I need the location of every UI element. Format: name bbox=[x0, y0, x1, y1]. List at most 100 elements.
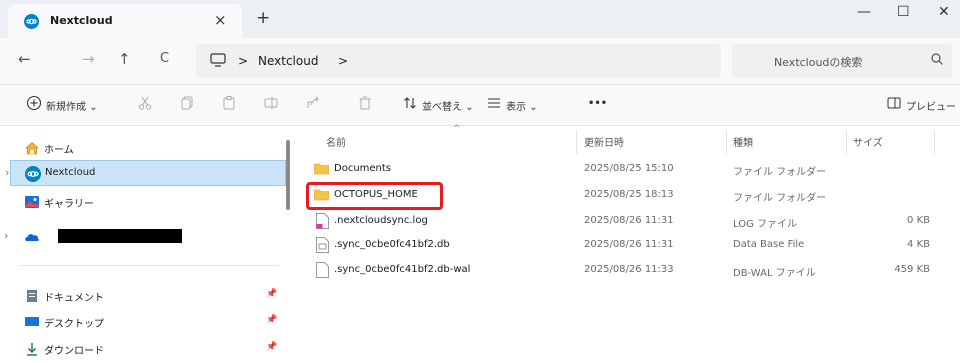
tab-title: Nextcloud bbox=[50, 14, 113, 27]
view-icon bbox=[486, 95, 502, 114]
file-icon bbox=[316, 262, 329, 281]
sidebar-label: デスクトップ bbox=[44, 319, 104, 330]
log-file-icon bbox=[316, 213, 329, 232]
file-type: ファイル フォルダー bbox=[733, 193, 827, 204]
redacted-label bbox=[58, 229, 182, 243]
file-type: LOG ファイル bbox=[733, 219, 798, 230]
maximize-icon[interactable]: ☐ bbox=[897, 4, 910, 20]
copy-icon[interactable] bbox=[179, 95, 195, 114]
new-label: 新規作成 bbox=[46, 102, 86, 113]
new-tab-icon[interactable]: + bbox=[256, 8, 270, 28]
new-button[interactable]: 新規作成 ⌄ bbox=[46, 98, 98, 113]
table-row[interactable]: Documents 2025/08/25 15:10 ファイル フォルダー bbox=[300, 158, 940, 182]
sidebar-item-desktop[interactable]: デスクトップ 📌 bbox=[10, 309, 286, 335]
path-folder[interactable]: Nextcloud bbox=[258, 54, 318, 68]
file-name: .sync_0cbe0fc41bf2.db bbox=[334, 239, 450, 250]
cut-icon[interactable] bbox=[137, 95, 153, 114]
search-input[interactable]: Nextcloudの検索 bbox=[732, 44, 952, 78]
pin-icon[interactable]: 📌 bbox=[266, 342, 277, 352]
documents-icon bbox=[24, 288, 40, 304]
tab-nextcloud[interactable]: Nextcloud × bbox=[8, 4, 242, 38]
sidebar-label: ダウンロード bbox=[44, 346, 104, 357]
view-label: 表示 bbox=[506, 102, 526, 113]
file-modified: 2025/08/25 15:10 bbox=[584, 163, 674, 174]
up-icon[interactable]: ↑ bbox=[118, 50, 131, 68]
table-row[interactable]: .nextcloudsync.log 2025/08/26 11:31 LOG … bbox=[300, 210, 940, 234]
share-icon[interactable] bbox=[305, 95, 321, 114]
search-placeholder: Nextcloudの検索 bbox=[774, 56, 863, 69]
column-header-name[interactable]: 名前 bbox=[326, 134, 346, 149]
sidebar-label: ドキュメント bbox=[44, 293, 104, 304]
db-file-icon bbox=[316, 237, 329, 256]
chevron-right-icon[interactable]: › bbox=[5, 166, 9, 179]
file-modified: 2025/08/25 18:13 bbox=[584, 189, 674, 200]
sidebar-item-home[interactable]: ホーム bbox=[10, 135, 286, 161]
forward-icon[interactable]: → bbox=[82, 50, 95, 68]
tab-close-icon[interactable]: × bbox=[214, 11, 227, 29]
sidebar-item-nextcloud[interactable]: › Nextcloud bbox=[5, 160, 286, 186]
sidebar-item-documents[interactable]: ドキュメント 📌 bbox=[10, 283, 286, 309]
file-type: DB-WAL ファイル bbox=[733, 268, 816, 279]
folder-icon bbox=[314, 162, 329, 178]
column-header-modified[interactable]: 更新日時 bbox=[584, 134, 624, 149]
file-modified: 2025/08/26 11:31 bbox=[584, 215, 674, 226]
column-divider[interactable] bbox=[726, 130, 727, 154]
sidebar-item-downloads[interactable]: ダウンロード 📌 bbox=[10, 336, 286, 362]
column-header-size[interactable]: サイズ bbox=[853, 134, 883, 149]
file-type: Data Base File bbox=[733, 239, 805, 250]
download-icon bbox=[24, 341, 40, 357]
column-divider[interactable] bbox=[576, 130, 577, 154]
file-size: 4 KB bbox=[907, 239, 930, 250]
column-header-type[interactable]: 種類 bbox=[733, 134, 753, 149]
minimize-icon[interactable]: — bbox=[857, 4, 871, 20]
nextcloud-logo-icon bbox=[24, 14, 39, 29]
sidebar-label: ギャラリー bbox=[44, 199, 94, 210]
file-size: 459 KB bbox=[894, 264, 930, 275]
desktop-icon bbox=[24, 314, 40, 330]
file-name: Documents bbox=[334, 163, 392, 174]
refresh-icon[interactable]: C bbox=[160, 51, 169, 66]
new-icon bbox=[26, 95, 42, 114]
sort-label: 並べ替え bbox=[422, 102, 462, 113]
cloud-icon bbox=[24, 229, 40, 245]
view-button[interactable]: 表示 ⌄ bbox=[506, 98, 538, 113]
preview-button[interactable]: プレビュー bbox=[906, 98, 956, 113]
file-modified: 2025/08/26 11:31 bbox=[584, 239, 674, 250]
sidebar-scrollbar[interactable] bbox=[286, 140, 290, 210]
paste-icon[interactable] bbox=[221, 95, 237, 114]
chevron-right-icon[interactable]: › bbox=[4, 229, 8, 242]
gallery-icon bbox=[24, 194, 40, 210]
column-divider[interactable] bbox=[846, 130, 847, 154]
table-row[interactable]: .sync_0cbe0fc41bf2.db 2025/08/26 11:31 D… bbox=[300, 234, 940, 258]
sort-up-icon: ^ bbox=[453, 124, 461, 134]
delete-icon[interactable] bbox=[357, 95, 373, 114]
address-path[interactable]: > Nextcloud > bbox=[196, 44, 721, 78]
sidebar-item-gallery[interactable]: ギャラリー bbox=[10, 189, 286, 215]
sidebar-label: ホーム bbox=[44, 145, 74, 156]
computer-icon bbox=[210, 53, 226, 70]
highlight-box bbox=[306, 182, 443, 210]
home-icon bbox=[24, 140, 40, 156]
table-row[interactable]: .sync_0cbe0fc41bf2.db-wal 2025/08/26 11:… bbox=[300, 259, 940, 283]
nextcloud-logo-icon bbox=[25, 166, 41, 182]
preview-icon bbox=[886, 95, 902, 114]
back-icon[interactable]: ← bbox=[18, 50, 31, 68]
column-divider[interactable] bbox=[934, 130, 935, 154]
more-options-icon[interactable]: ••• bbox=[588, 98, 607, 109]
file-modified: 2025/08/26 11:33 bbox=[584, 264, 674, 275]
path-separator: > bbox=[238, 54, 249, 68]
file-type: ファイル フォルダー bbox=[733, 167, 827, 178]
search-icon bbox=[930, 52, 944, 69]
file-name: .nextcloudsync.log bbox=[334, 215, 428, 226]
sort-icon bbox=[402, 95, 418, 114]
pin-icon[interactable]: 📌 bbox=[266, 289, 277, 299]
close-window-icon[interactable]: ✕ bbox=[938, 4, 950, 20]
rename-icon[interactable] bbox=[263, 95, 279, 114]
pin-icon[interactable]: 📌 bbox=[266, 315, 277, 325]
sidebar-divider bbox=[20, 265, 278, 266]
sidebar-label: Nextcloud bbox=[45, 167, 96, 178]
file-name: .sync_0cbe0fc41bf2.db-wal bbox=[334, 264, 471, 275]
file-size: 0 KB bbox=[907, 215, 930, 226]
path-separator[interactable]: > bbox=[338, 54, 348, 68]
sort-button[interactable]: 並べ替え ⌄ bbox=[422, 98, 474, 113]
